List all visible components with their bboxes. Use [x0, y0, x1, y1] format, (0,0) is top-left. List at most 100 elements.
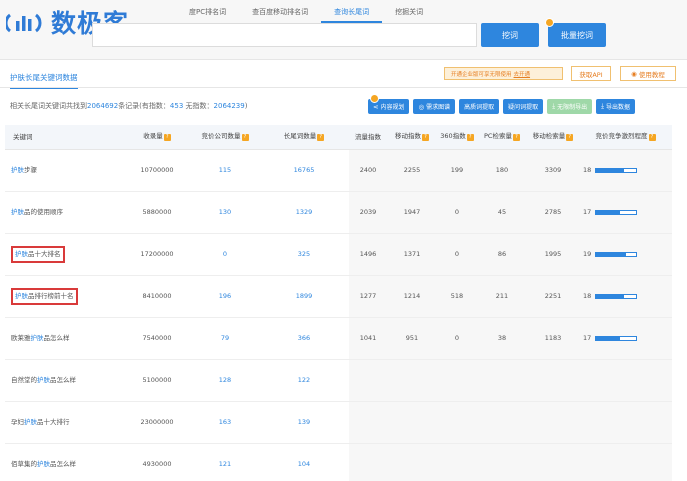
keyword-post: 品的使用顺序 [24, 207, 63, 216]
competition-bar-fill [596, 252, 627, 256]
bidders-cell[interactable]: 115 [191, 149, 259, 192]
share-icon: ⋖ [373, 102, 379, 111]
360-cell: 199 [437, 149, 477, 192]
help-icon[interactable]: ? [512, 134, 520, 142]
tutorial-button[interactable]: ◉ 使用教程 [620, 66, 676, 81]
keyword-cell[interactable]: 自然堂的护肤品怎么样 [5, 359, 123, 402]
mobile-bid-cell: 3309 [527, 149, 579, 192]
summary-middle: 条记录(有指数： [118, 102, 170, 110]
longtail-cell[interactable]: 122 [259, 359, 349, 402]
help-icon[interactable]: ? [466, 134, 474, 142]
summary-indexed: 453 [169, 102, 184, 110]
help-icon[interactable]: ? [163, 134, 171, 142]
keyword-cell[interactable]: 欧莱雅护肤品怎么样 [5, 317, 123, 360]
keyword-highlight: 护肤 [15, 291, 28, 300]
col-competition[interactable]: 竞价竞争激烈程度? [579, 125, 672, 150]
help-icon[interactable]: ? [566, 134, 574, 142]
keyword-cell[interactable]: 护肤品的使用顺序 [5, 191, 123, 234]
keyword-cell[interactable]: 孕妇护肤品十大排行 [5, 401, 123, 444]
table-row: 佰草集的护肤品怎么样 4930000 121 104 [5, 443, 672, 481]
pc-bid-cell: 38 [477, 317, 527, 360]
bidders-cell[interactable]: 0 [191, 233, 259, 276]
360-cell: 518 [437, 275, 477, 318]
col-bidders[interactable]: 竞价公司数量? [191, 125, 259, 150]
summary-unindexed: 2064239 [213, 102, 245, 110]
longtail-cell[interactable]: 325 [259, 233, 349, 276]
tutorial-label: 使用教程 [638, 70, 665, 79]
summary-sep: 无指数： [183, 102, 214, 110]
eye-icon: ◎ [418, 102, 425, 111]
col-flow[interactable]: 流量指数 [349, 125, 387, 150]
bidders-cell[interactable]: 163 [191, 401, 259, 444]
col-mobile[interactable]: 移动指数? [387, 125, 437, 150]
tab-longtail[interactable]: 查询长尾词 [321, 4, 383, 23]
volume-cell: 8410000 [123, 275, 191, 318]
help-icon[interactable]: ? [241, 134, 249, 142]
col-pc-bid[interactable]: PC检索量? [477, 125, 527, 150]
tab-mobile-rank[interactable]: 查百度移动排名词 [239, 4, 321, 23]
mobile-bid-cell: 1183 [527, 317, 579, 360]
keyword-highlight: 护肤 [24, 417, 37, 426]
tab-pc-rank[interactable]: 度PC排名词 [176, 4, 239, 23]
keyword-cell[interactable]: 佰草集的护肤品怎么样 [5, 443, 123, 481]
volume-cell: 17200000 [123, 233, 191, 276]
longtail-cell[interactable]: 1329 [259, 191, 349, 234]
logo-icon [6, 13, 42, 33]
mobile-cell: 951 [387, 317, 437, 360]
competition-cell: 18 [579, 275, 672, 318]
col-volume[interactable]: 收录量? [123, 125, 191, 150]
keyword-highlight: 护肤 [15, 249, 28, 258]
longtail-cell[interactable]: 139 [259, 401, 349, 444]
bidders-cell[interactable]: 196 [191, 275, 259, 318]
col-longtail[interactable]: 长尾词数量? [259, 125, 349, 150]
mobile-cell: 2255 [387, 149, 437, 192]
demand-graph-button[interactable]: ◎ 需求图谱 [413, 99, 456, 114]
keyword-text: 欧莱雅护肤品怎么样 [11, 334, 70, 342]
keyword-pre: 欧莱雅 [11, 333, 31, 342]
longtail-cell[interactable]: 16765 [259, 149, 349, 192]
help-icon[interactable]: ? [648, 134, 656, 142]
question-extract-button[interactable]: 疑问词提取 [503, 99, 544, 114]
col-360[interactable]: 360指数? [437, 125, 477, 150]
competition-value: 17 [583, 334, 592, 342]
unlimited-export-button[interactable]: ⤓ 无限制导出 [547, 99, 593, 114]
volume-cell: 23000000 [123, 401, 191, 444]
360-cell: 0 [437, 233, 477, 276]
search-input[interactable] [92, 23, 477, 47]
get-api-button[interactable]: 获取API [571, 66, 611, 81]
volume-cell: 5100000 [123, 359, 191, 402]
summary-prefix: 相关长尾词关键词共找到 [10, 102, 87, 110]
col-mobile-bid[interactable]: 移动检索量? [527, 125, 579, 150]
longtail-cell[interactable]: 1899 [259, 275, 349, 318]
dig-button[interactable]: 挖词 [481, 23, 539, 47]
content-plan-button[interactable]: ⋖ 内容规划 [368, 94, 410, 114]
competition-bar-fill [596, 294, 625, 298]
col-bidders-label: 竞价公司数量 [201, 132, 241, 141]
quality-extract-button[interactable]: 高质词提取 [459, 99, 500, 114]
upgrade-link[interactable]: 去开通 [514, 70, 531, 78]
col-keyword[interactable]: 关键词 [5, 125, 123, 150]
longtail-cell[interactable]: 104 [259, 443, 349, 481]
tab-dig[interactable]: 挖掘关词 [382, 4, 436, 23]
flow-cell: 1041 [349, 317, 387, 360]
keyword-cell[interactable]: 护肤步骤 [5, 149, 123, 192]
batch-dig-button[interactable]: 批量挖词 [545, 18, 606, 47]
bidders-cell[interactable]: 79 [191, 317, 259, 360]
bidders-cell[interactable]: 130 [191, 191, 259, 234]
bidders-cell[interactable]: 128 [191, 359, 259, 402]
keyword-table: 关键词 收录量? 竞价公司数量? 长尾词数量? 流量指数 移动指数? 360指数… [5, 125, 672, 481]
keyword-cell[interactable]: 护肤品十大排名 [5, 233, 123, 276]
table-row: 欧莱雅护肤品怎么样 7540000 79 366 1041 951 0 38 1… [5, 317, 672, 360]
summary-suffix: ) [244, 102, 248, 110]
export-data-button[interactable]: ⤓ 导出数据 [596, 99, 635, 114]
content-plan-label: 内容规划 [380, 104, 405, 111]
unlimited-export-label: 无限制导出 [557, 104, 588, 111]
keyword-cell[interactable]: 护肤品排行榜前十名 [5, 275, 123, 318]
help-icon[interactable]: ? [317, 134, 325, 142]
longtail-cell[interactable]: 366 [259, 317, 349, 360]
col-competition-label: 竞价竞争激烈程度 [595, 132, 648, 141]
volume-cell: 7540000 [123, 317, 191, 360]
help-icon[interactable]: ? [422, 134, 429, 142]
bidders-cell[interactable]: 121 [191, 443, 259, 481]
360-cell: 0 [437, 191, 477, 234]
